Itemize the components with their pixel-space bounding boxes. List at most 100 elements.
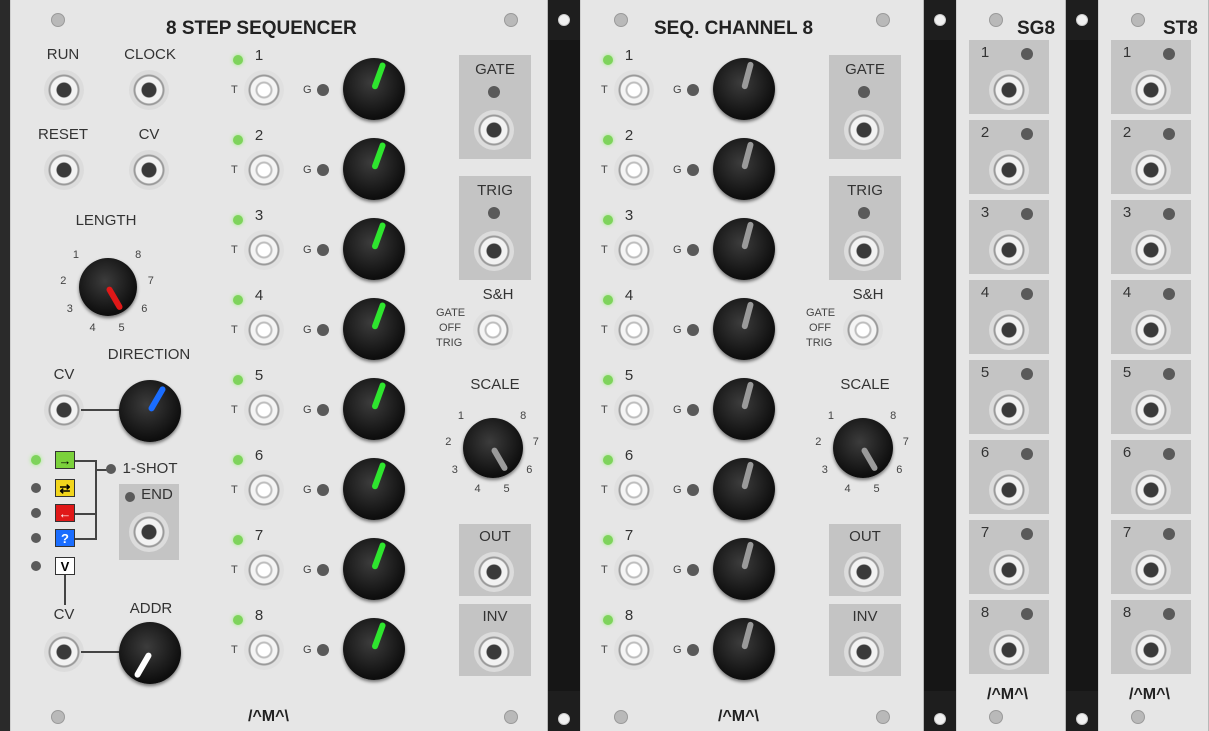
channel-jack[interactable] xyxy=(989,550,1029,590)
channel-jack[interactable] xyxy=(1131,150,1171,190)
channel-jack[interactable] xyxy=(989,310,1029,350)
scale-knob[interactable] xyxy=(833,418,893,478)
channel-led xyxy=(1163,608,1175,620)
gate-out-jack[interactable] xyxy=(844,110,884,150)
inv-label: INV xyxy=(482,608,508,625)
step-knob[interactable] xyxy=(713,458,775,520)
t-label: T xyxy=(601,644,608,656)
gate-out-jack[interactable] xyxy=(474,110,514,150)
step-knob[interactable] xyxy=(343,618,405,680)
step-trigger-button[interactable] xyxy=(244,150,284,190)
step-knob[interactable] xyxy=(713,218,775,280)
channel-jack[interactable] xyxy=(989,470,1029,510)
step-trigger-button[interactable] xyxy=(614,230,654,270)
addr-cv-jack[interactable] xyxy=(44,632,84,672)
step-knob[interactable] xyxy=(713,378,775,440)
step-trigger-button[interactable] xyxy=(614,630,654,670)
step-led xyxy=(233,615,243,625)
step-knob[interactable] xyxy=(713,138,775,200)
step-trigger-button[interactable] xyxy=(614,470,654,510)
step-trigger-button[interactable] xyxy=(244,630,284,670)
step-trigger-button[interactable] xyxy=(614,310,654,350)
mode-backward-button[interactable]: ← xyxy=(55,504,75,522)
reset-jack[interactable] xyxy=(44,150,84,190)
out-jack[interactable] xyxy=(474,552,514,592)
channel-jack[interactable] xyxy=(1131,630,1171,670)
step-knob[interactable] xyxy=(713,298,775,360)
channel-jack[interactable] xyxy=(1131,310,1171,350)
g-label: G xyxy=(673,564,682,576)
sh-option: TRIG xyxy=(806,337,833,349)
mode-forward-button[interactable]: → xyxy=(55,451,75,469)
step-gate-led xyxy=(317,164,329,176)
blank-panel xyxy=(548,0,580,731)
inv-jack[interactable] xyxy=(474,632,514,672)
step-trigger-button[interactable] xyxy=(244,70,284,110)
gate-label: GATE xyxy=(475,61,515,78)
mode-pingpong-button[interactable]: ⇄ xyxy=(55,479,75,497)
channel-jack[interactable] xyxy=(989,230,1029,270)
direction-cv-jack[interactable] xyxy=(44,390,84,430)
step-trigger-button[interactable] xyxy=(244,550,284,590)
direction-knob[interactable] xyxy=(119,380,181,442)
channel-jack[interactable] xyxy=(1131,70,1171,110)
step-led xyxy=(233,135,243,145)
step-trigger-button[interactable] xyxy=(244,230,284,270)
trig-out-jack[interactable] xyxy=(844,231,884,271)
sh-switch[interactable] xyxy=(843,310,883,350)
trig-led xyxy=(488,207,500,219)
g-label: G xyxy=(673,644,682,656)
channel-jack[interactable] xyxy=(989,150,1029,190)
step-trigger-button[interactable] xyxy=(244,470,284,510)
screw-icon xyxy=(934,713,946,725)
screw-icon xyxy=(1076,713,1088,725)
step-trigger-button[interactable] xyxy=(614,70,654,110)
g-label: G xyxy=(673,84,682,96)
step-knob[interactable] xyxy=(343,378,405,440)
channel-jack[interactable] xyxy=(1131,470,1171,510)
step-knob[interactable] xyxy=(713,58,775,120)
step-led xyxy=(233,455,243,465)
step-knob[interactable] xyxy=(343,538,405,600)
cv-jack[interactable] xyxy=(129,150,169,190)
step-trigger-button[interactable] xyxy=(244,390,284,430)
inv-jack[interactable] xyxy=(844,632,884,672)
step-knob[interactable] xyxy=(343,218,405,280)
g-label: G xyxy=(303,324,312,336)
step-trigger-button[interactable] xyxy=(614,390,654,430)
step-knob[interactable] xyxy=(343,58,405,120)
clock-label: CLOCK xyxy=(124,46,176,63)
channel-jack[interactable] xyxy=(989,390,1029,430)
run-jack[interactable] xyxy=(44,70,84,110)
step-led xyxy=(603,615,613,625)
step-trigger-button[interactable] xyxy=(244,310,284,350)
end-jack[interactable] xyxy=(129,512,169,552)
channel-jack[interactable] xyxy=(1131,550,1171,590)
trig-out-jack[interactable] xyxy=(474,231,514,271)
step-trigger-button[interactable] xyxy=(614,550,654,590)
step-knob[interactable] xyxy=(343,458,405,520)
channel-jack[interactable] xyxy=(989,70,1029,110)
scale-tick: 1 xyxy=(827,409,834,422)
scale-knob[interactable] xyxy=(463,418,523,478)
channel-jack[interactable] xyxy=(989,630,1029,670)
sh-switch[interactable] xyxy=(473,310,513,350)
clock-jack[interactable] xyxy=(129,70,169,110)
mode-voltage-button[interactable]: V xyxy=(55,557,75,575)
step-number: 5 xyxy=(254,367,264,384)
step-knob[interactable] xyxy=(713,538,775,600)
channel-jack[interactable] xyxy=(1131,230,1171,270)
addr-knob[interactable] xyxy=(119,622,181,684)
channel-led xyxy=(1021,608,1033,620)
mode-random-button[interactable]: ? xyxy=(55,529,75,547)
channel-jack[interactable] xyxy=(1131,390,1171,430)
step-knob[interactable] xyxy=(713,618,775,680)
screw-icon xyxy=(614,710,628,724)
step-gate-led xyxy=(687,244,699,256)
out-jack[interactable] xyxy=(844,552,884,592)
switch-bracket xyxy=(75,538,95,540)
length-knob[interactable] xyxy=(79,258,137,316)
step-knob[interactable] xyxy=(343,138,405,200)
step-trigger-button[interactable] xyxy=(614,150,654,190)
step-knob[interactable] xyxy=(343,298,405,360)
